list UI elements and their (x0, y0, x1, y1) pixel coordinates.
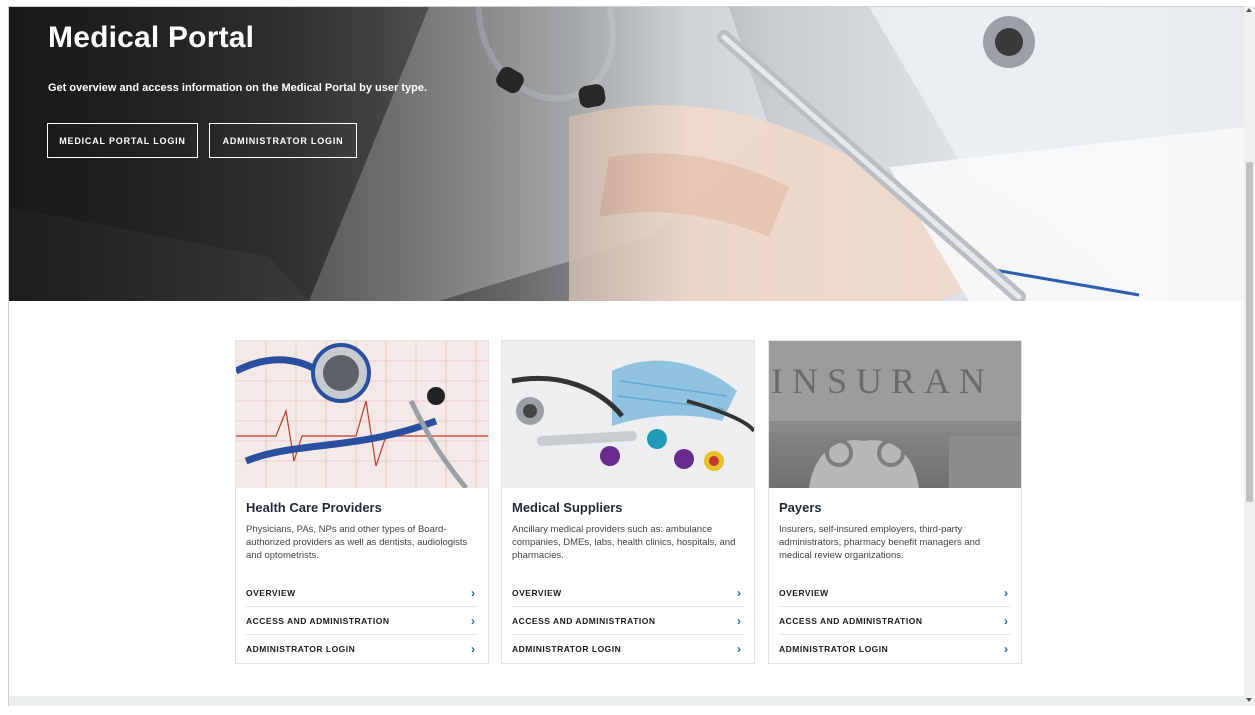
chevron-right-icon: › (1004, 585, 1008, 600)
administrator-login-link[interactable]: ADMINISTRATOR LOGIN › (779, 635, 1011, 663)
link-label: ACCESS AND ADMINISTRATION (246, 615, 390, 626)
link-label: OVERVIEW (779, 587, 829, 598)
link-label: ADMINISTRATOR LOGIN (512, 644, 622, 654)
chevron-right-icon: › (471, 642, 475, 656)
link-label: ACCESS AND ADMINISTRATION (512, 615, 656, 626)
card-title: Payers (779, 500, 822, 515)
scroll-up-arrow-icon[interactable] (1246, 8, 1252, 12)
medical-portal-login-button[interactable]: MEDICAL PORTAL LOGIN (47, 123, 198, 158)
access-and-administration-link[interactable]: ACCESS AND ADMINISTRATION › (246, 607, 478, 635)
card-image-stethoscope (236, 341, 488, 488)
link-label: OVERVIEW (512, 587, 562, 598)
card-description: Ancillary medical providers such as: amb… (512, 524, 736, 561)
card-links: OVERVIEW › ACCESS AND ADMINISTRATION › A… (512, 579, 744, 663)
administrator-login-button[interactable]: ADMINISTRATOR LOGIN (209, 123, 357, 158)
chevron-right-icon: › (1004, 642, 1008, 656)
access-and-administration-link[interactable]: ACCESS AND ADMINISTRATION › (779, 607, 1011, 635)
access-and-administration-link[interactable]: ACCESS AND ADMINISTRATION › (512, 607, 744, 635)
card-description: Insurers, self-insured employers, third-… (779, 524, 981, 561)
overview-link[interactable]: OVERVIEW › (779, 579, 1011, 607)
chevron-right-icon: › (737, 613, 741, 628)
scrollbar-thumb[interactable] (1246, 162, 1253, 502)
chevron-right-icon: › (471, 613, 475, 628)
overview-link[interactable]: OVERVIEW › (512, 579, 744, 607)
insurance-engraving: INSURAN (771, 361, 994, 401)
card-payers: INSURAN Payers Insurers, self-insured em… (768, 340, 1022, 664)
card-links: OVERVIEW › ACCESS AND ADMINISTRATION › A… (246, 579, 478, 663)
card-title: Health Care Providers (246, 500, 382, 515)
scroll-down-arrow-icon[interactable] (1246, 698, 1252, 702)
link-label: OVERVIEW (246, 587, 296, 598)
card-links: OVERVIEW › ACCESS AND ADMINISTRATION › A… (779, 579, 1011, 663)
chevron-right-icon: › (737, 585, 741, 600)
card-image-insurance-building: INSURAN (769, 341, 1021, 488)
chevron-right-icon: › (1004, 613, 1008, 628)
card-image-medical-supplies (502, 341, 754, 488)
card-health-care-providers: Health Care Providers Physicians, PAs, N… (235, 340, 489, 664)
link-label: ADMINISTRATOR LOGIN (779, 644, 889, 654)
hero-subtitle: Get overview and access information on t… (48, 82, 428, 94)
card-title: Medical Suppliers (512, 500, 623, 515)
chevron-right-icon: › (471, 585, 475, 600)
administrator-login-link[interactable]: ADMINISTRATOR LOGIN › (246, 635, 478, 663)
page-title: Medical Portal (48, 21, 255, 54)
page-frame: Medical Portal Get overview and access i… (8, 6, 1244, 706)
link-label: ACCESS AND ADMINISTRATION (779, 615, 923, 626)
vertical-scrollbar[interactable] (1244, 6, 1255, 706)
card-description: Physicians, PAs, NPs and other types of … (246, 524, 468, 561)
chevron-right-icon: › (737, 642, 741, 656)
card-medical-suppliers: Medical Suppliers Ancillary medical prov… (501, 340, 755, 664)
overview-link[interactable]: OVERVIEW › (246, 579, 478, 607)
administrator-login-link[interactable]: ADMINISTRATOR LOGIN › (512, 635, 744, 663)
link-label: ADMINISTRATOR LOGIN (246, 644, 356, 654)
footer-band (9, 696, 1244, 706)
hero-banner: Medical Portal Get overview and access i… (9, 7, 1244, 301)
